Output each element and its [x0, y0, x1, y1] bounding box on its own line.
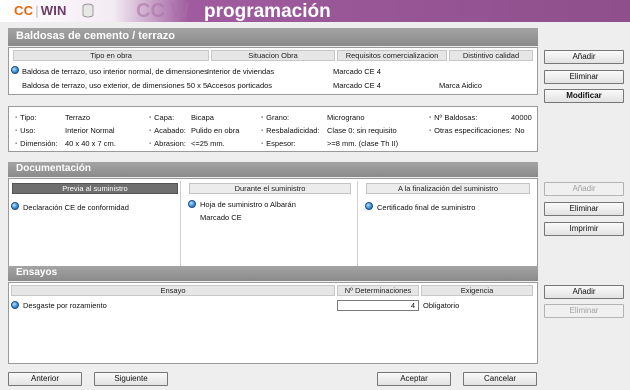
resbaladicidad-value: Clase 0: sin requisito: [327, 126, 397, 135]
acabado-label: Acabado:: [149, 126, 186, 135]
exigencia-value: Obligatorio: [423, 301, 460, 310]
col-exigencia: Exigencia: [421, 285, 533, 296]
documentacion-panel: Previa al suministro Declaración CE de c…: [8, 178, 538, 270]
logo-cc: CC: [14, 3, 34, 18]
delete-ensayo-button[interactable]: Eliminar: [544, 304, 624, 318]
durante-item-2: Marcado CE: [200, 213, 242, 222]
col-situacion-obra: Situacion Obra: [211, 50, 335, 61]
resbaladicidad-label: Resbaladicidad:: [261, 126, 319, 135]
row-requisitos: Marcado CE 4: [333, 81, 381, 90]
previous-button[interactable]: Anterior: [8, 372, 82, 386]
cancel-button[interactable]: Cancelar: [463, 372, 537, 386]
delete-product-button[interactable]: Eliminar: [544, 70, 624, 84]
capa-value: Bicapa: [191, 113, 214, 122]
col-requisitos: Requisitos comercializacion: [337, 50, 447, 61]
col-ensayo: Ensayo: [11, 285, 335, 296]
dimension-label: Dimensión:: [15, 139, 58, 148]
ensayos-title: Ensayos: [8, 266, 538, 281]
otras-value: No: [515, 126, 525, 135]
product-title: Baldosas de cemento / terrazo: [8, 28, 538, 46]
next-button[interactable]: Siguiente: [94, 372, 168, 386]
grano-label: Grano:: [261, 113, 289, 122]
tipo-value: Terrazo: [65, 113, 91, 122]
product-table: Tipo en obra Situacion Obra Requisitos c…: [8, 47, 538, 95]
row-situacion: Accesos porticados: [207, 81, 273, 90]
ensayos-table: Ensayo Nº Determinaciones Exigencia Desg…: [8, 282, 538, 364]
selected-item-icon: [11, 202, 19, 210]
espesor-value: >=8 mm. (clase Th II): [327, 139, 399, 148]
grano-value: Micrograno: [327, 113, 365, 122]
app-header: CC | WIN CC W programación: [0, 0, 630, 22]
final-header: A la finalización del suministro: [366, 183, 530, 194]
tipo-label: Tipo:: [15, 113, 36, 122]
row-situacion: Interior de viviendas: [207, 67, 275, 76]
uso-label: Uso:: [15, 126, 35, 135]
add-product-button[interactable]: Añadir: [544, 50, 624, 64]
ensayo-name: Desgaste por rozamiento: [23, 301, 107, 310]
modify-product-button[interactable]: Modificar: [544, 89, 624, 103]
nbaldosas-label: Nº Baldosas:: [429, 113, 477, 122]
capa-label: Capa:: [149, 113, 174, 122]
dimension-value: 40 x 40 x 7 cm.: [65, 139, 116, 148]
abrasion-value: <=25 mm.: [191, 139, 225, 148]
final-item-label: Certificado final de suministro: [377, 203, 476, 212]
selected-item-icon: [365, 202, 373, 210]
determinaciones-input[interactable]: 4: [337, 300, 419, 311]
previa-item-label: Declaración CE de conformidad: [23, 203, 129, 212]
documentacion-title: Documentación: [8, 162, 538, 177]
selected-row-icon: [11, 66, 19, 74]
row-tipo: Baldosa de terrazo, uso interior normal,…: [22, 67, 208, 76]
uso-value: Interior Normal: [65, 126, 115, 135]
row-tipo: Baldosa de terrazo, uso exterior, de dim…: [22, 81, 208, 90]
selected-row-icon: [11, 301, 19, 309]
selected-item-icon: [188, 200, 196, 208]
durante-column: Durante el suministro Hoja de suministro…: [186, 181, 358, 269]
add-document-button[interactable]: Añadir: [544, 182, 624, 196]
add-ensayo-button[interactable]: Añadir: [544, 285, 624, 299]
previa-column: Previa al suministro Declaración CE de c…: [9, 181, 181, 269]
row-distintivo: Marca Aidico: [439, 81, 482, 90]
accept-button[interactable]: Aceptar: [377, 372, 451, 386]
col-tipo-obra: Tipo en obra: [13, 50, 209, 61]
durante-header: Durante el suministro: [189, 183, 351, 194]
print-button[interactable]: Imprimir: [544, 222, 624, 236]
delete-document-button[interactable]: Eliminar: [544, 202, 624, 216]
row-requisitos: Marcado CE 4: [333, 67, 381, 76]
otras-label: Otras especificaciones:: [429, 126, 512, 135]
final-column: A la finalización del suministro Certifi…: [363, 181, 537, 269]
previa-header: Previa al suministro: [12, 183, 178, 194]
details-panel: Tipo: Terrazo Uso: Interior Normal Dimen…: [8, 106, 538, 152]
nbaldosas-value: 40000: [511, 113, 532, 122]
logo-win: WIN: [40, 3, 67, 18]
header-ghost-text: CC W: [136, 0, 190, 22]
acabado-value: Pulido en obra: [191, 126, 240, 135]
col-determinaciones: Nº Determinaciones: [337, 285, 419, 296]
header-title: programación: [204, 1, 331, 22]
app-logo: CC | WIN: [14, 3, 67, 18]
espesor-label: Espesor:: [261, 139, 296, 148]
database-icon: [82, 3, 94, 18]
col-distintivo: Distintivo calidad: [449, 50, 533, 61]
abrasion-label: Abrasion:: [149, 139, 186, 148]
durante-item-1: Hoja de suministro o Albarán: [200, 200, 296, 209]
